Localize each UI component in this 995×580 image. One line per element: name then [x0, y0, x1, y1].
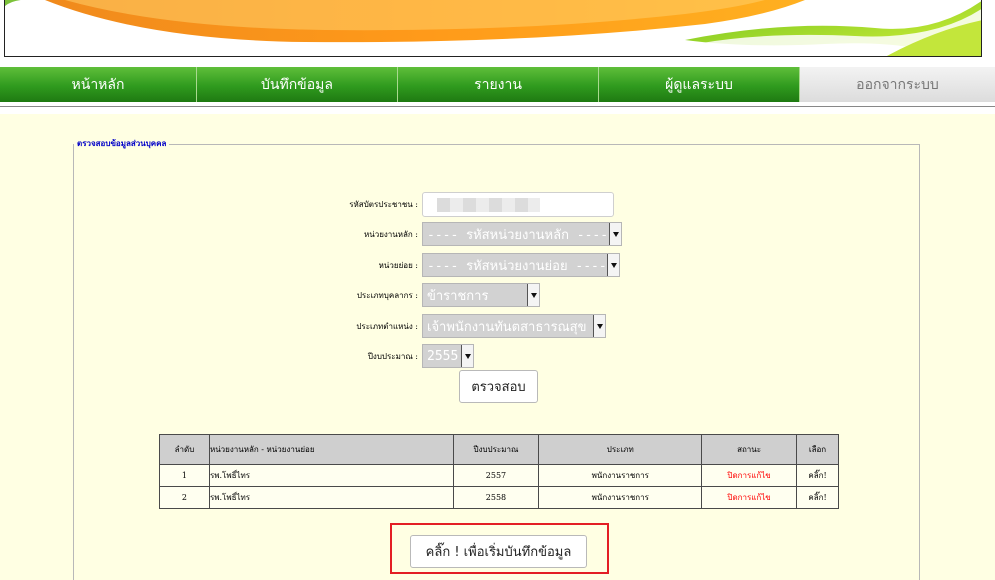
fiscal-year-select[interactable]: 2555: [422, 344, 474, 368]
sub-unit-value: ---- รหัสหน่วยงานย่อย ----: [427, 258, 607, 274]
cell-select-link[interactable]: คลิ๊ก!: [796, 464, 839, 487]
check-button[interactable]: ตรวจสอบ: [459, 370, 538, 403]
cell-type: พนักงานราชการ: [538, 486, 703, 509]
start-recording-button[interactable]: คลิ๊ก ! เพื่อเริ่มบันทึกข้อมูล: [410, 535, 587, 568]
col-header-status: สถานะ: [701, 434, 797, 465]
row-citizen-id: รหัสบัตรประชาชน :: [0, 192, 995, 217]
citizen-id-label: รหัสบัตรประชาชน :: [349, 200, 418, 209]
cell-unit: รพ.โพธิ์ไทร: [208, 464, 454, 487]
col-header-unit: หน่วยงานหลัก - หน่วยงานย่อย: [208, 434, 454, 465]
col-header-fiscal-year: ปีงบประมาณ: [452, 434, 540, 465]
row-main-unit: หน่วยงานหลัก : ---- รหัสหน่วยงานหลัก ---…: [0, 222, 995, 246]
row-fiscal-year: ปีงบประมาณ : 2555: [0, 344, 995, 368]
table-header-row: ลำดับ หน่วยงานหลัก - หน่วยงานย่อย ปีงบปร…: [159, 434, 839, 465]
personnel-type-select[interactable]: ข้าราชการ: [422, 283, 540, 307]
position-type-value: เจ้าพนักงานทันตสาธารณสุข: [427, 319, 587, 335]
nav-home[interactable]: หน้าหลัก: [0, 67, 197, 102]
main-nav: หน้าหลัก บันทึกข้อมูล รายงาน ผู้ดูแลระบบ…: [0, 67, 995, 102]
cell-unit: รพ.โพธิ์ไทร: [208, 486, 454, 509]
col-header-select: เลือก: [796, 434, 839, 465]
row-personnel-type: ประเภทบุคลากร : ข้าราชการ: [0, 283, 995, 307]
personnel-type-label: ประเภทบุคลากร :: [356, 291, 418, 300]
fiscal-year-value: 2555: [427, 348, 459, 364]
redacted-value: [437, 197, 540, 212]
nav-divider: [0, 106, 995, 107]
citizen-id-input[interactable]: [422, 192, 614, 217]
results-table: ลำดับ หน่วยงานหลัก - หน่วยงานย่อย ปีงบปร…: [159, 434, 839, 509]
personnel-type-value: ข้าราชการ: [427, 288, 489, 304]
nav-admin[interactable]: ผู้ดูแลระบบ: [599, 67, 800, 102]
cell-fiscal-year: 2557: [452, 464, 540, 487]
fiscal-year-label: ปีงบประมาณ :: [367, 352, 418, 361]
nav-record-data[interactable]: บันทึกข้อมูล: [197, 67, 398, 102]
cell-status: ปิดการแก้ไข: [701, 464, 797, 487]
cell-index: 1: [159, 464, 210, 487]
chevron-down-icon[interactable]: [609, 223, 621, 245]
cell-status: ปิดการแก้ไข: [701, 486, 797, 509]
chevron-down-icon[interactable]: [593, 315, 605, 337]
table-row: 1 รพ.โพธิ์ไทร 2557 พนักงานราชการ ปิดการแ…: [159, 464, 839, 487]
main-content: ตรวจสอบข้อมูลส่วนบุคคล รหัสบัตรประชาชน :…: [0, 114, 995, 580]
row-sub-unit: หน่วยย่อย : ---- รหัสหน่วยงานย่อย ----: [0, 253, 995, 277]
table-row: 2 รพ.โพธิ์ไทร 2558 พนักงานราชการ ปิดการแ…: [159, 486, 839, 509]
fieldset-legend: ตรวจสอบข้อมูลส่วนบุคคล: [74, 137, 170, 150]
main-unit-value: ---- รหัสหน่วยงานหลัก ----: [427, 227, 609, 243]
cell-index: 2: [159, 486, 210, 509]
cell-select-link[interactable]: คลิ๊ก!: [796, 486, 839, 509]
cell-type: พนักงานราชการ: [538, 464, 703, 487]
nav-logout[interactable]: ออกจากระบบ: [800, 67, 995, 102]
chevron-down-icon[interactable]: [461, 345, 473, 367]
sub-unit-label: หน่วยย่อย :: [378, 261, 418, 270]
position-type-select[interactable]: เจ้าพนักงานทันตสาธารณสุข: [422, 314, 606, 338]
main-unit-select[interactable]: ---- รหัสหน่วยงานหลัก ----: [422, 222, 622, 246]
chevron-down-icon[interactable]: [607, 254, 619, 276]
col-header-index: ลำดับ: [159, 434, 210, 465]
cell-fiscal-year: 2558: [452, 486, 540, 509]
banner-graphic: [5, 0, 981, 56]
main-unit-label: หน่วยงานหลัก :: [363, 230, 418, 239]
sub-unit-select[interactable]: ---- รหัสหน่วยงานย่อย ----: [422, 253, 620, 277]
col-header-type: ประเภท: [538, 434, 703, 465]
chevron-down-icon[interactable]: [527, 284, 539, 306]
position-type-label: ประเภทตำแหน่ง :: [356, 322, 418, 331]
nav-report[interactable]: รายงาน: [398, 67, 599, 102]
header-banner: [4, 0, 982, 57]
row-position-type: ประเภทตำแหน่ง : เจ้าพนักงานทันตสาธารณสุข: [0, 314, 995, 338]
